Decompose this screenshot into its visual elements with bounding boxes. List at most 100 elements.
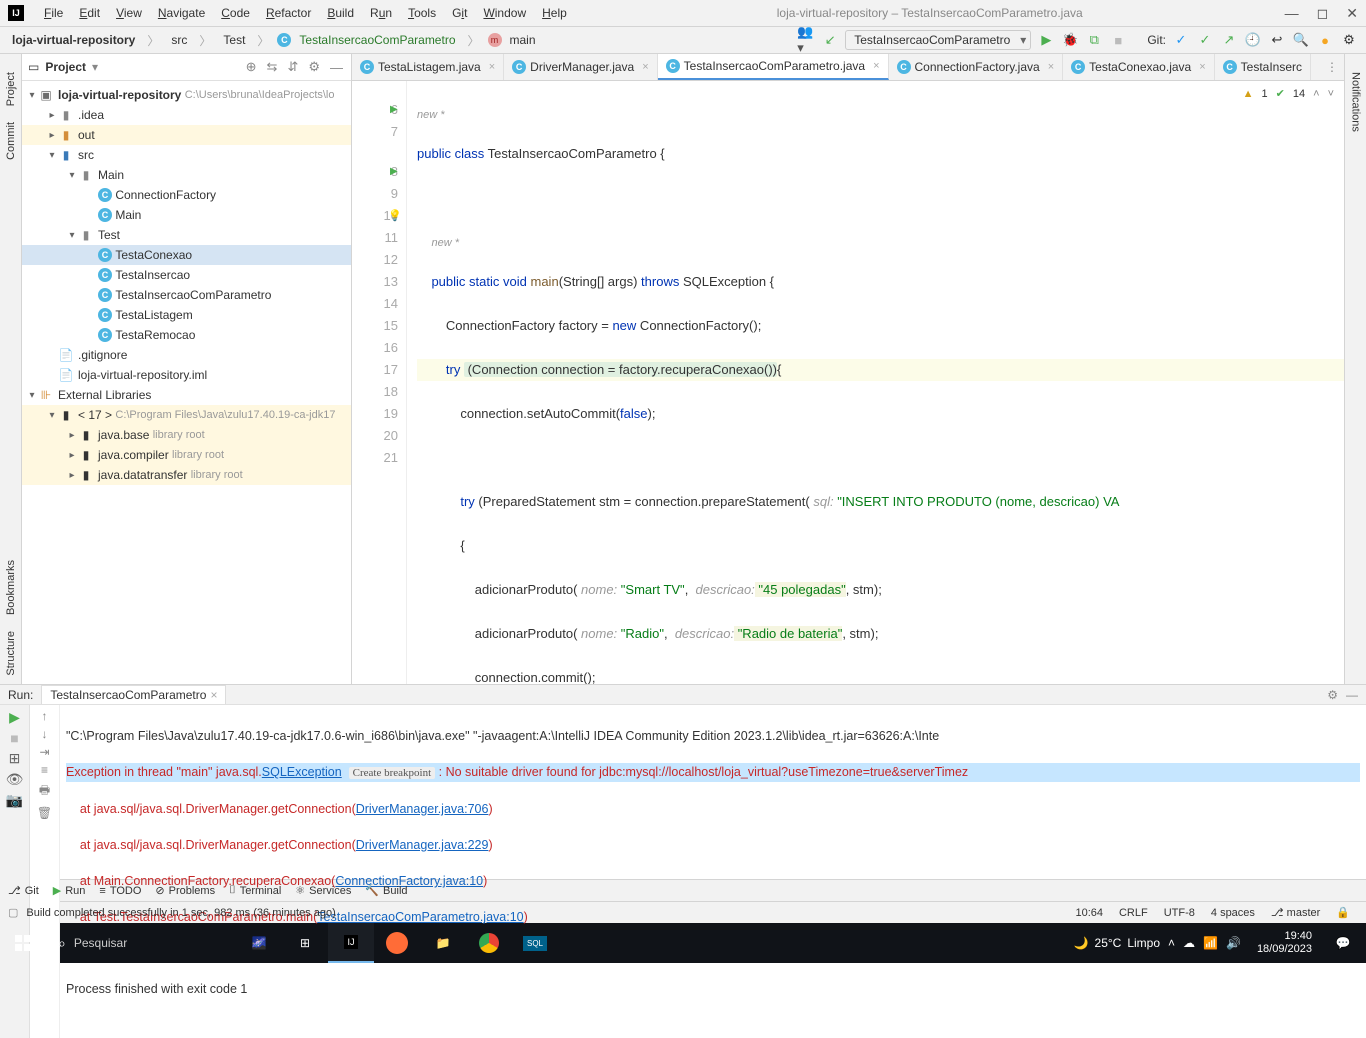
build-tool[interactable]: 🔨Build bbox=[365, 884, 407, 897]
menu-code[interactable]: Code bbox=[213, 6, 258, 20]
print-icon[interactable]: 🖶 bbox=[39, 781, 50, 802]
line-ending[interactable]: CRLF bbox=[1111, 907, 1156, 919]
breadcrumb-method[interactable]: main bbox=[506, 33, 540, 47]
status-icon[interactable]: ▢ bbox=[8, 906, 18, 919]
menu-window[interactable]: Window bbox=[475, 6, 534, 20]
chevron-up-icon[interactable]: ˄ bbox=[1313, 88, 1319, 100]
up-icon[interactable]: ↑ bbox=[42, 709, 48, 723]
menu-build[interactable]: Build bbox=[319, 6, 362, 20]
console-output[interactable]: "C:\Program Files\Java\zulu17.40.19-ca-j… bbox=[60, 705, 1366, 1038]
run-icon[interactable]: ▶ bbox=[1037, 31, 1055, 49]
settings-icon[interactable]: ⚙ bbox=[1340, 31, 1358, 49]
trash-icon[interactable]: 🗑 bbox=[37, 806, 52, 820]
menu-view[interactable]: View bbox=[108, 6, 150, 20]
taskbar-clock[interactable]: 19:40 18/09/2023 bbox=[1249, 930, 1320, 956]
tab-bookmarks[interactable]: Bookmarks bbox=[3, 552, 19, 623]
intellij-taskbar-icon[interactable]: IJ bbox=[328, 923, 374, 963]
project-tree[interactable]: ▾▣loja-virtual-repository C:\Users\bruna… bbox=[22, 81, 351, 684]
todo-tool[interactable]: ≡TODO bbox=[99, 885, 141, 897]
locate-icon[interactable]: ⊕ bbox=[244, 59, 259, 75]
camera-icon[interactable]: 📷 bbox=[6, 792, 23, 809]
down-icon[interactable]: ↓ bbox=[42, 727, 48, 741]
git-history-icon[interactable]: 🕘 bbox=[1244, 31, 1262, 49]
debug-icon[interactable]: 🐞 bbox=[1061, 31, 1079, 49]
menu-help[interactable]: Help bbox=[534, 6, 575, 20]
breadcrumb-class[interactable]: TestaInsercaoComParametro bbox=[295, 33, 459, 47]
gear-icon[interactable]: ⚙ bbox=[1327, 688, 1338, 702]
code-editor[interactable]: ▲1 ✔14 ˄ ˅ 6 7 8 9 10 11 12 13 14 15 16 … bbox=[352, 81, 1344, 684]
taskbar-search[interactable]: ⌕ Pesquisar bbox=[46, 923, 236, 963]
tab-overflow[interactable]: CTestaInserc bbox=[1215, 54, 1311, 80]
menu-edit[interactable]: Edit bbox=[71, 6, 108, 20]
problems-tool[interactable]: ⊘Problems bbox=[155, 884, 215, 897]
run-tab[interactable]: TestaInsercaoComParametro × bbox=[41, 685, 226, 704]
wrap-icon[interactable]: ⇥ bbox=[39, 745, 49, 759]
code-content[interactable]: new * public class TestaInsercaoComParam… bbox=[407, 81, 1344, 684]
menu-navigate[interactable]: Navigate bbox=[150, 6, 213, 20]
git-update-icon[interactable]: ✓ bbox=[1172, 31, 1190, 49]
pin-icon[interactable]: 👁 bbox=[6, 771, 24, 788]
coverage-icon[interactable]: ⧉ bbox=[1085, 31, 1103, 49]
onedrive-icon[interactable]: ☁ bbox=[1183, 936, 1195, 950]
create-breakpoint-button[interactable]: Create breakpoint bbox=[349, 767, 436, 779]
tab-project[interactable]: Project bbox=[3, 64, 19, 114]
wifi-icon[interactable]: 📶 bbox=[1203, 936, 1218, 950]
more-icon[interactable]: ⋮ bbox=[1326, 60, 1338, 74]
tab-active[interactable]: CTestaInsercaoComParametro.java× bbox=[658, 54, 889, 80]
explorer-icon[interactable]: 📁 bbox=[420, 923, 466, 963]
breadcrumb-src[interactable]: src bbox=[167, 33, 191, 47]
search-icon[interactable]: 🔍 bbox=[1292, 31, 1310, 49]
dropdown-icon[interactable]: ▾ bbox=[92, 60, 98, 74]
tab-testalistagem[interactable]: CTestaListagem.java× bbox=[352, 54, 504, 80]
tab-drivermanager[interactable]: CDriverManager.java× bbox=[504, 54, 657, 80]
chevron-down-icon[interactable]: ˅ bbox=[1328, 88, 1334, 100]
git-tool[interactable]: ⎇Git bbox=[8, 884, 39, 897]
layout-icon[interactable]: ⊞ bbox=[9, 750, 21, 767]
taskview-icon[interactable]: ⊞ bbox=[282, 923, 328, 963]
mysql-icon[interactable]: SQL bbox=[512, 923, 558, 963]
close-icon[interactable]: × bbox=[210, 688, 217, 702]
close-button[interactable]: ✕ bbox=[1346, 5, 1358, 22]
git-push-icon[interactable]: ↗ bbox=[1220, 31, 1238, 49]
terminal-tool[interactable]: ⌷Terminal bbox=[229, 884, 281, 897]
settings-icon[interactable]: ⚙ bbox=[306, 59, 322, 75]
minimize-button[interactable]: ― bbox=[1285, 5, 1299, 22]
scroll-icon[interactable]: ≡ bbox=[41, 763, 48, 777]
hide-icon[interactable]: — bbox=[328, 60, 345, 75]
tab-connectionfactory[interactable]: CConnectionFactory.java× bbox=[889, 54, 1064, 80]
tab-structure[interactable]: Structure bbox=[3, 623, 19, 684]
run-tool[interactable]: ▶Run bbox=[53, 884, 86, 897]
weather-widget[interactable]: 🌙 25°C Limpo bbox=[1074, 936, 1160, 950]
git-rollback-icon[interactable]: ↩ bbox=[1268, 31, 1286, 49]
breadcrumb-root[interactable]: loja-virtual-repository bbox=[8, 33, 139, 47]
caret-position[interactable]: 10:64 bbox=[1067, 907, 1111, 919]
indent[interactable]: 4 spaces bbox=[1203, 907, 1263, 919]
chrome-icon[interactable] bbox=[466, 923, 512, 963]
hide-icon[interactable]: — bbox=[1346, 688, 1358, 702]
cortana-icon[interactable]: 🌌 bbox=[236, 923, 282, 963]
stop-icon[interactable]: ■ bbox=[10, 730, 18, 746]
lock-icon[interactable]: 🔒 bbox=[1328, 906, 1358, 919]
tab-notifications[interactable]: Notifications bbox=[1348, 64, 1364, 140]
back-icon[interactable]: ↙ bbox=[821, 31, 839, 49]
services-tool[interactable]: ⚛Services bbox=[295, 884, 351, 897]
volume-icon[interactable]: 🔊 bbox=[1226, 936, 1241, 950]
start-button[interactable] bbox=[0, 923, 46, 963]
menu-git[interactable]: Git bbox=[444, 6, 475, 20]
tab-testaconexao[interactable]: CTestaConexao.java× bbox=[1063, 54, 1215, 80]
expand-icon[interactable]: ⇆ bbox=[265, 59, 280, 75]
system-tray[interactable]: ˄ ☁ 📶 🔊 bbox=[1160, 936, 1249, 950]
breadcrumb-test[interactable]: Test bbox=[219, 33, 249, 47]
encoding[interactable]: UTF-8 bbox=[1156, 907, 1203, 919]
run-config-select[interactable]: TestaInsercaoComParametro bbox=[845, 30, 1031, 50]
ide-update-icon[interactable]: ● bbox=[1316, 31, 1334, 49]
menu-tools[interactable]: Tools bbox=[400, 6, 444, 20]
menu-file[interactable]: File bbox=[36, 6, 71, 20]
users-icon[interactable]: 👥▾ bbox=[797, 31, 815, 49]
rerun-icon[interactable]: ▶ bbox=[9, 709, 20, 726]
tab-commit[interactable]: Commit bbox=[3, 114, 19, 168]
close-icon[interactable]: × bbox=[489, 61, 495, 73]
stop-icon[interactable]: ■ bbox=[1109, 31, 1127, 49]
menu-refactor[interactable]: Refactor bbox=[258, 6, 319, 20]
collapse-icon[interactable]: ⇵ bbox=[285, 59, 300, 75]
